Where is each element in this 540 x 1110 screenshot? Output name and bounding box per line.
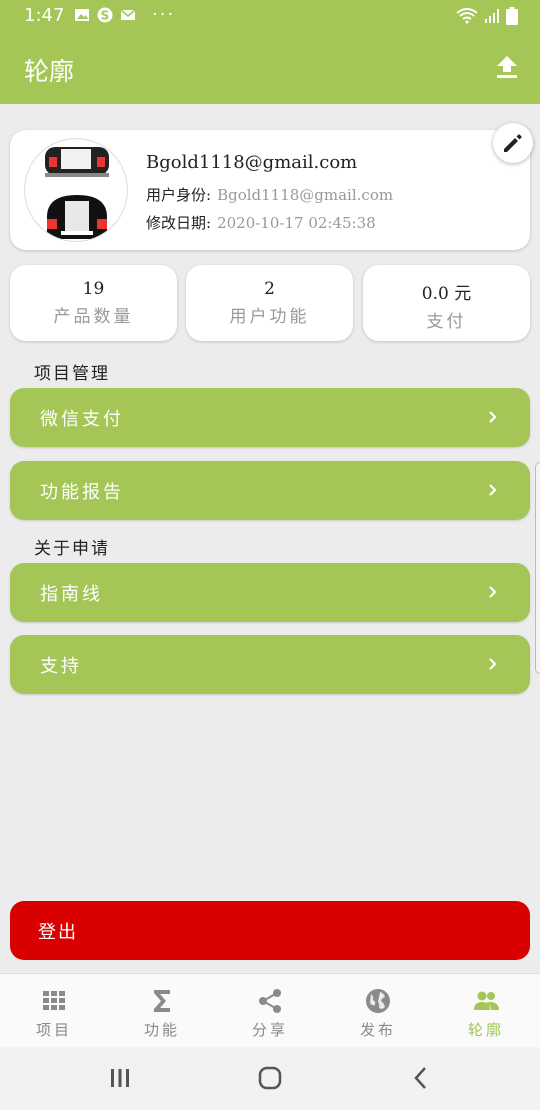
avatar[interactable] [24,138,128,242]
mail-icon [120,9,136,20]
menu-label: 微信支付 [40,409,124,430]
nav-label: 轮廓 [467,1021,504,1039]
section-title-project-management: 项目管理 [34,364,110,384]
pencil-icon [504,134,522,152]
stat-product-count[interactable]: 19 产品数量 [10,265,177,341]
profile-email: Bgold1118@gmail.com [146,152,358,173]
menu-label: 指南线 [40,584,103,605]
bottom-nav: 项目 功能 分享 发布 轮廓 [0,973,540,1047]
stat-label: 产品数量 [53,307,134,327]
chevron-right-icon [489,586,497,598]
signal-icon [485,9,499,23]
back-icon[interactable] [409,1065,435,1091]
logout-label: 登出 [38,922,78,943]
nav-item-features[interactable]: 功能 [108,974,216,1048]
nav-label: 分享 [251,1021,288,1039]
modified-label: 修改日期: [146,214,212,232]
stat-value: 19 [82,279,105,299]
stat-payment[interactable]: 0.0 元 支付 [363,265,530,341]
nav-label: 项目 [35,1021,72,1039]
edge-panel-handle[interactable] [535,462,540,674]
status-time: 1:47 [24,5,65,26]
modified-row: 修改日期: 2020-10-17 02:45:38 [146,212,376,233]
battery-icon [506,7,518,25]
nav-item-profile[interactable]: 轮廓 [432,974,540,1048]
stat-value: 2 [264,279,275,299]
share-icon [259,989,281,1013]
nav-label: 发布 [359,1021,396,1039]
nav-label: 功能 [143,1021,180,1039]
upload-icon[interactable] [494,54,520,80]
stat-value: 0.0 元 [421,284,472,304]
stat-label: 支付 [426,312,467,332]
feature-report-button[interactable]: 功能报告 [10,461,530,520]
chevron-right-icon [489,411,497,423]
status-more: ··· [152,4,176,25]
nav-item-share[interactable]: 分享 [216,974,324,1048]
s-app-icon: S [97,7,113,23]
menu-label: 支持 [40,656,82,677]
gallery-icon [75,9,89,21]
stat-label: 用户功能 [229,307,310,327]
svg-text:S: S [101,9,110,23]
identity-label: 用户身份: [146,186,212,204]
support-button[interactable]: 支持 [10,635,530,694]
status-bar: 1:47 S ··· [0,0,540,32]
logout-button[interactable]: 登出 [10,901,530,960]
wifi-icon [456,8,478,24]
avatar-image [45,147,109,239]
people-icon [474,991,499,1010]
nav-item-projects[interactable]: 项目 [0,974,108,1048]
identity-row: 用户身份: Bgold1118@gmail.com [146,184,393,205]
app-bar: 轮廓 [0,32,540,104]
system-nav-bar [0,1047,540,1110]
section-title-about-app: 关于申请 [34,539,110,559]
wechat-pay-button[interactable]: 微信支付 [10,388,530,447]
nav-item-publish[interactable]: 发布 [324,974,432,1048]
home-icon[interactable] [257,1065,283,1091]
menu-label: 功能报告 [40,482,124,503]
chevron-right-icon [489,658,497,670]
edit-profile-button[interactable] [493,123,533,163]
guidelines-button[interactable]: 指南线 [10,563,530,622]
grid-icon [43,991,65,1010]
sigma-icon [154,990,170,1012]
stat-user-features[interactable]: 2 用户功能 [186,265,353,341]
identity-value: Bgold1118@gmail.com [217,186,394,204]
page-title: 轮廓 [24,57,75,86]
profile-card: Bgold1118@gmail.com 用户身份: Bgold1118@gmail… [10,130,530,250]
recent-apps-icon[interactable] [107,1065,133,1091]
modified-value: 2020-10-17 02:45:38 [217,214,376,232]
chevron-right-icon [489,484,497,496]
globe-icon [366,989,390,1013]
